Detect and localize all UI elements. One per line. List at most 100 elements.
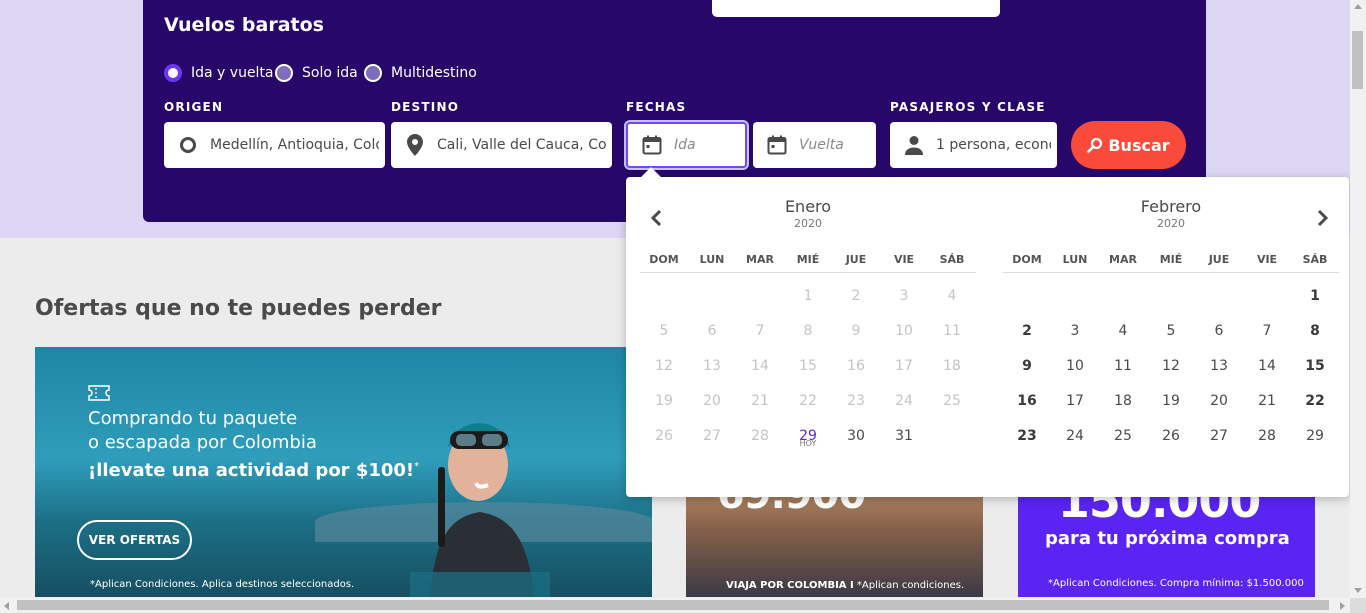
- destination-label: DESTINO: [391, 100, 460, 114]
- calendar-day[interactable]: 27: [1195, 421, 1243, 456]
- origin-field[interactable]: [164, 122, 385, 168]
- calendar-day[interactable]: 31: [880, 421, 928, 456]
- month-name: Febrero: [1140, 197, 1202, 216]
- empty-day: [1051, 281, 1099, 316]
- calendar-day: 3: [899, 288, 909, 304]
- offer-card-activity[interactable]: Comprando tu paquete o escapada por Colo…: [35, 347, 652, 597]
- radio-icon[interactable]: [275, 64, 293, 82]
- calendar-day[interactable]: 20: [1195, 386, 1243, 421]
- calendar-day[interactable]: 23: [1003, 421, 1051, 456]
- weekday-header: VIE: [1256, 253, 1278, 266]
- caption-text: *Aplican condiciones.: [853, 580, 965, 591]
- calendar-day[interactable]: 15: [1291, 351, 1339, 386]
- horizontal-scrollbar[interactable]: [0, 598, 1350, 613]
- empty-day: [736, 281, 784, 316]
- passengers-field[interactable]: [890, 122, 1057, 168]
- weekday-header: SÁB: [939, 253, 965, 266]
- calendar-day: 8: [803, 323, 813, 339]
- magnifier-icon: [1087, 137, 1103, 153]
- trip-type-oneway[interactable]: Solo ida: [275, 64, 358, 82]
- vertical-scroll-thumb[interactable]: [1352, 31, 1363, 89]
- depart-date-input[interactable]: [674, 137, 745, 153]
- depart-date-field[interactable]: [626, 122, 747, 168]
- calendar-day[interactable]: 24: [1051, 421, 1099, 456]
- return-date-input[interactable]: [799, 137, 876, 153]
- calendar-day[interactable]: 16: [1003, 386, 1051, 421]
- circle-outline-icon: [178, 135, 198, 155]
- trip-type-multicity[interactable]: Multidestino: [364, 64, 477, 82]
- trip-type-label: Solo ida: [302, 65, 358, 81]
- calendar-day: 13: [703, 358, 721, 374]
- destination-input[interactable]: [437, 137, 612, 153]
- calendar-day[interactable]: 22: [1291, 386, 1339, 421]
- calendar-day: 21: [751, 393, 769, 409]
- calendar-day[interactable]: 12: [1147, 351, 1195, 386]
- horizontal-scroll-thumb[interactable]: [17, 600, 1329, 610]
- passengers-input[interactable]: [936, 137, 1057, 153]
- calendar-day[interactable]: 10: [1051, 351, 1099, 386]
- weekday-header: MAR: [746, 253, 774, 266]
- offers-title: Ofertas que no te puedes perder: [35, 296, 442, 321]
- radio-icon[interactable]: [364, 64, 382, 82]
- month-name: Enero: [784, 197, 832, 216]
- calendar-day[interactable]: 19: [1147, 386, 1195, 421]
- snorkeler-image: [410, 423, 550, 597]
- scroll-down-icon[interactable]: [1354, 588, 1362, 593]
- calendar-day: 11: [943, 323, 961, 339]
- calendar-day[interactable]: 8: [1291, 316, 1339, 351]
- origin-input[interactable]: [210, 137, 385, 153]
- calendar-day[interactable]: 11: [1099, 351, 1147, 386]
- calendar-day: 24: [895, 393, 913, 409]
- scroll-left-icon[interactable]: [4, 602, 9, 610]
- scroll-up-icon[interactable]: [1354, 4, 1362, 9]
- calendar-day[interactable]: 28: [1243, 421, 1291, 456]
- weekday-header: JUE: [845, 253, 867, 266]
- caption-bold: VIAJA POR COLOMBIA I: [726, 580, 854, 591]
- calendar-day: 1: [803, 288, 813, 304]
- month-february: Febrero 2020 DOM LUN MAR MIÉ JUE VIE SÁB 1 2 3 4 5 6…: [1003, 197, 1339, 456]
- calendar-day[interactable]: 21: [1243, 386, 1291, 421]
- month-grid: DOM LUN MAR MIÉ JUE VIE SÁB 1 2 3 4 5 6 7 8 9 10 11 12 13 14…: [1003, 250, 1339, 456]
- empty-day: [1195, 281, 1243, 316]
- calendar-day[interactable]: 25: [1099, 421, 1147, 456]
- destination-field[interactable]: [391, 122, 612, 168]
- calendar-day-today[interactable]: 29 HOY: [784, 421, 832, 456]
- month-year: 2020: [794, 217, 822, 230]
- calendar-day: 10: [895, 323, 913, 339]
- calendar-day[interactable]: 9: [1003, 351, 1051, 386]
- calendar-day[interactable]: 7: [1243, 316, 1291, 351]
- see-offers-button[interactable]: VER OFERTAS: [77, 520, 192, 560]
- weekday-header: VIE: [893, 253, 915, 266]
- calendar-day[interactable]: 18: [1099, 386, 1147, 421]
- calendar-day[interactable]: 1: [1291, 281, 1339, 316]
- calendar-day: 7: [755, 323, 765, 339]
- top-dropdown-box: [712, 0, 1000, 17]
- dates-label: FECHAS: [626, 100, 687, 114]
- offer-conditions: *Aplican Condiciones. Compra mínima: $1.…: [1048, 578, 1304, 589]
- calendar-day: 18: [943, 358, 961, 374]
- offer-line: Comprando tu paquete: [88, 408, 298, 429]
- offer-line: o escapada por Colombia: [88, 432, 317, 453]
- trip-type-label: Ida y vuelta: [191, 65, 274, 81]
- return-date-field[interactable]: [753, 122, 876, 168]
- trip-type-roundtrip[interactable]: Ida y vuelta: [164, 64, 274, 82]
- calendar-day[interactable]: 30: [832, 421, 880, 456]
- calendar-day[interactable]: 17: [1051, 386, 1099, 421]
- month-year: 2020: [1157, 217, 1185, 230]
- calendar-day[interactable]: 3: [1051, 316, 1099, 351]
- calendar-day[interactable]: 2: [1003, 316, 1051, 351]
- calendar-day[interactable]: 26: [1147, 421, 1195, 456]
- calendar-day[interactable]: 4: [1099, 316, 1147, 351]
- calendar-day[interactable]: 13: [1195, 351, 1243, 386]
- calendar-day[interactable]: 29: [1291, 421, 1339, 456]
- calendar-day: 28: [751, 428, 769, 444]
- calendar-day[interactable]: 14: [1243, 351, 1291, 386]
- scroll-right-icon[interactable]: [1340, 602, 1345, 610]
- calendar-day[interactable]: 6: [1195, 316, 1243, 351]
- vertical-scrollbar[interactable]: [1350, 0, 1366, 598]
- calendar-day: 17: [895, 358, 913, 374]
- calendar-day[interactable]: 5: [1147, 316, 1195, 351]
- month-january: Enero 2020 DOM LUN MAR MIÉ JUE VIE SÁB 1 2 3 4 5 6 7 8…: [640, 197, 976, 456]
- radio-selected-icon[interactable]: [164, 64, 182, 82]
- search-button[interactable]: Buscar: [1071, 121, 1186, 169]
